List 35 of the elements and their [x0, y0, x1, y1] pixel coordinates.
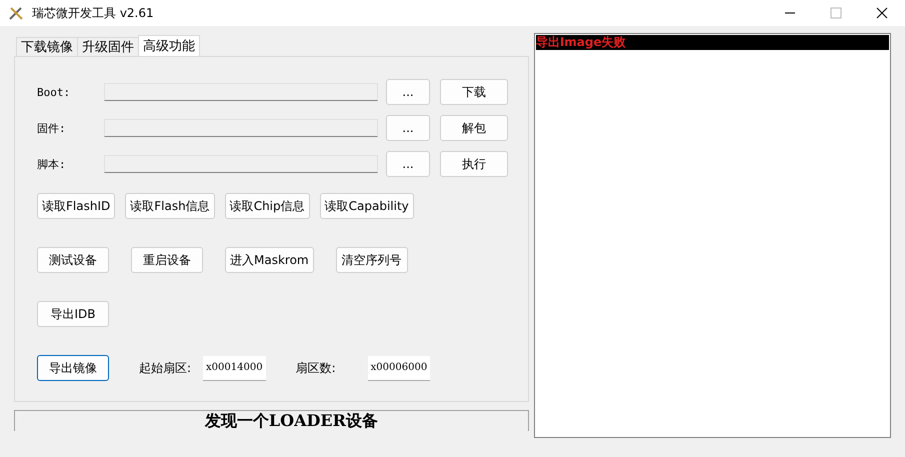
command-button[interactable]: 读取Chip信息 [224, 193, 310, 219]
command-button[interactable]: 进入Maskrom [225, 247, 314, 273]
command-button[interactable]: 重启设备 [131, 247, 203, 273]
status-text: 发现一个LOADER设备 [204, 411, 378, 431]
command-button[interactable]: 清空序列号 [336, 247, 408, 273]
action-button[interactable]: 解包 [440, 115, 508, 141]
field-label: Boot: [37, 86, 72, 98]
log-text: 导出Image失败 [536, 34, 626, 51]
maximize-icon[interactable] [830, 7, 842, 19]
browse-button[interactable]: ... [386, 79, 430, 105]
command-button[interactable]: 读取Capability [320, 193, 414, 219]
command-button[interactable]: 读取Flash信息 [125, 193, 215, 219]
field-label: 固件: [37, 120, 67, 136]
action-button[interactable]: 执行 [440, 151, 508, 177]
window-title: 瑞芯微开发工具 v2.61 [32, 4, 155, 22]
close-icon[interactable] [876, 7, 888, 19]
tab[interactable]: 下载镜像 [16, 37, 78, 56]
command-button[interactable]: 读取FlashID [37, 193, 116, 219]
value-field[interactable]: x00006000 [368, 356, 430, 380]
tools-icon [8, 5, 24, 21]
browse-button[interactable]: ... [386, 115, 430, 141]
field-label: 脚本: [37, 156, 67, 172]
path-field[interactable] [104, 83, 378, 101]
value-field[interactable]: x00014000 [203, 356, 266, 380]
action-button[interactable]: 下载 [440, 79, 508, 105]
path-field[interactable] [104, 155, 378, 173]
browse-button[interactable]: ... [386, 151, 430, 177]
command-button[interactable]: 导出IDB [37, 301, 109, 327]
tab[interactable]: 高级功能 [138, 35, 200, 56]
tab[interactable]: 升级固件 [77, 37, 139, 56]
field-label: 扇区数: [296, 360, 336, 376]
field-label: 起始扇区: [139, 360, 192, 376]
command-button[interactable]: 测试设备 [37, 247, 109, 273]
export-button[interactable]: 导出镜像 [37, 355, 109, 381]
path-field[interactable] [104, 119, 378, 137]
